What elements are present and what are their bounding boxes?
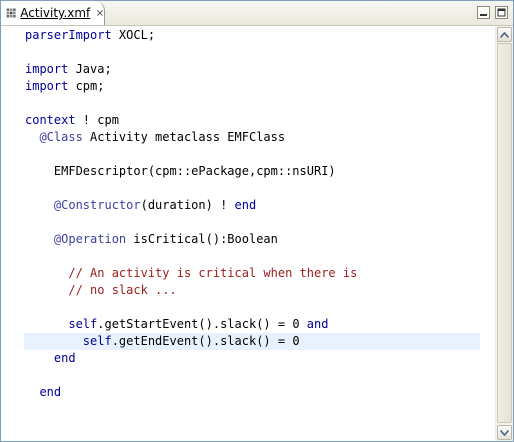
- arrow-down-icon: [500, 429, 509, 436]
- code-token: end: [39, 385, 62, 399]
- code-line[interactable]: @Constructor(duration) ! end: [24, 197, 480, 214]
- arrow-up-icon: [500, 31, 509, 38]
- code-token: ! cpm: [75, 113, 119, 127]
- code-line[interactable]: [24, 95, 480, 112]
- code-token: cpm;: [68, 79, 105, 93]
- tab-title: Activity.xmf: [20, 6, 91, 20]
- code-line[interactable]: // no slack ...: [24, 282, 480, 299]
- code-line[interactable]: [24, 180, 480, 197]
- left-ruler: [1, 26, 24, 441]
- editor-window: Activity.xmf parserImport XOCL; import Ja…: [0, 0, 514, 442]
- code-token: import: [25, 62, 69, 76]
- code-line[interactable]: @Class Activity metaclass EMFClass: [24, 129, 480, 146]
- code-token: isCritical():Boolean: [126, 232, 278, 246]
- maximize-icon[interactable]: [495, 6, 508, 19]
- scroll-down-button[interactable]: [497, 425, 512, 440]
- scrollbar-thumb[interactable]: [497, 43, 512, 423]
- code-editor[interactable]: parserImport XOCL; import Java; import cpm…: [1, 26, 513, 441]
- code-line[interactable]: context ! cpm: [24, 112, 480, 129]
- code-line[interactable]: [24, 248, 480, 265]
- code-line[interactable]: end: [24, 350, 480, 367]
- code-line-current[interactable]: self.getEndEvent().slack() = 0: [24, 333, 480, 350]
- minimize-icon[interactable]: [477, 6, 490, 19]
- code-token: and: [306, 317, 329, 331]
- code-token: @Class: [39, 130, 83, 144]
- scroll-up-button[interactable]: [497, 27, 512, 42]
- vertical-scrollbar[interactable]: [495, 26, 513, 441]
- code-line[interactable]: end: [24, 384, 480, 401]
- code-token: @Constructor: [53, 198, 141, 212]
- code-line[interactable]: [24, 146, 480, 163]
- code-line[interactable]: parserImport XOCL;: [24, 27, 480, 44]
- code-line[interactable]: [24, 44, 480, 61]
- code-token: EMFDescriptor(cpm::ePackage,cpm::nsURI): [25, 164, 336, 178]
- code-token: parserImport: [25, 28, 112, 42]
- code-token: XOCL;: [111, 28, 156, 42]
- code-token: import: [25, 79, 69, 93]
- code-area[interactable]: parserImport XOCL; import Java; import cpm…: [24, 26, 480, 441]
- code-token: @Operation: [53, 232, 127, 246]
- code-line[interactable]: self.getStartEvent().slack() = 0 and: [24, 316, 480, 333]
- code-line[interactable]: import cpm;: [24, 78, 480, 95]
- code-token: context: [25, 113, 76, 127]
- code-token: self: [68, 317, 98, 331]
- code-token: end: [53, 351, 76, 365]
- code-token: Activity metaclass EMFClass: [82, 130, 286, 144]
- code-token: .getEndEvent().slack() = 0: [111, 334, 300, 348]
- editor-tab-bar: Activity.xmf: [1, 1, 513, 26]
- code-line[interactable]: // An activity is critical when there is: [24, 265, 480, 282]
- code-token: .getStartEvent().slack() = 0: [97, 317, 307, 331]
- code-line[interactable]: import Java;: [24, 61, 480, 78]
- code-token: // An activity is critical when there is: [25, 266, 358, 280]
- code-token: self: [82, 334, 112, 348]
- code-line[interactable]: [24, 299, 480, 316]
- tab-activity-xmf[interactable]: Activity.xmf: [1, 1, 105, 25]
- code-token: end: [234, 198, 257, 212]
- code-token: // no slack ...: [25, 283, 177, 297]
- code-line[interactable]: [24, 367, 480, 384]
- code-line[interactable]: EMFDescriptor(cpm::ePackage,cpm::nsURI): [24, 163, 480, 180]
- code-token: Java;: [68, 62, 112, 76]
- xmf-file-icon: [6, 8, 16, 18]
- code-token: (duration) !: [140, 198, 235, 212]
- code-line[interactable]: [24, 214, 480, 231]
- code-line[interactable]: @Operation isCritical():Boolean: [24, 231, 480, 248]
- close-icon[interactable]: [96, 7, 104, 19]
